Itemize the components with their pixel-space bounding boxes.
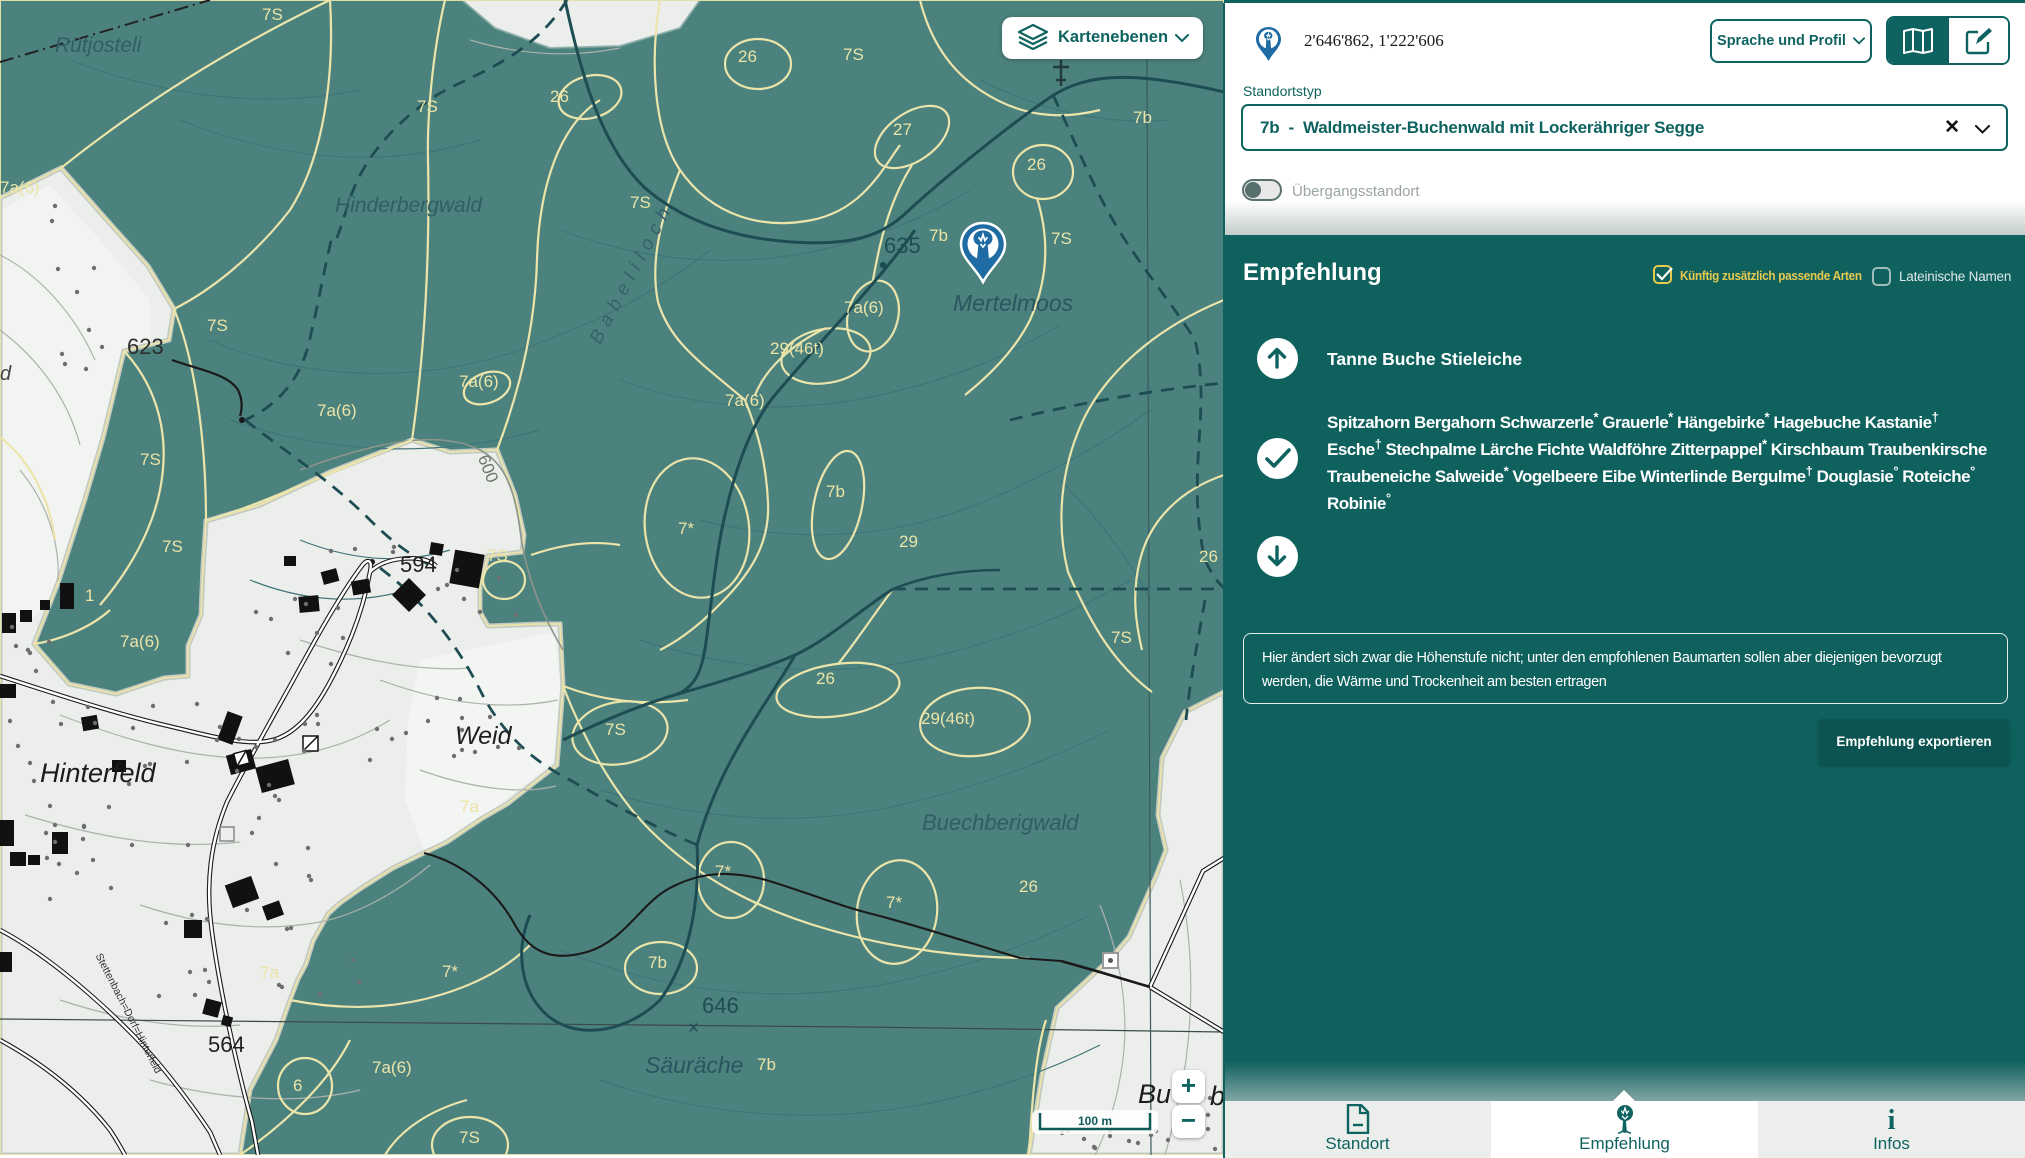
svg-text:7b: 7b (826, 482, 845, 501)
svg-text:7S: 7S (207, 316, 228, 335)
svg-text:Hinderbergwald: Hinderbergwald (335, 194, 483, 217)
svg-text:26: 26 (550, 87, 569, 106)
svg-text:7b: 7b (757, 1055, 776, 1074)
svg-text:7S: 7S (1111, 628, 1132, 647)
svg-text:26: 26 (1199, 547, 1218, 566)
svg-text:7S: 7S (843, 45, 864, 64)
svg-text:Weid: Weid (455, 722, 513, 750)
svg-text:7a(6): 7a(6) (0, 178, 40, 197)
svg-text:×: × (688, 1018, 699, 1039)
svg-text:7b: 7b (929, 226, 948, 245)
svg-text:7a(6): 7a(6) (372, 1058, 412, 1077)
svg-text:Bu: Bu (1138, 1079, 1171, 1109)
svg-text:6: 6 (293, 1076, 302, 1095)
svg-text:7S: 7S (1051, 229, 1072, 248)
svg-text:7a(6): 7a(6) (120, 632, 160, 651)
svg-text:26: 26 (1019, 877, 1038, 896)
svg-text:7S: 7S (417, 97, 438, 116)
svg-text:594: 594 (400, 552, 437, 577)
svg-text:635: 635 (884, 233, 921, 258)
svg-text:Säuräche: Säuräche (645, 1052, 743, 1078)
svg-text:Mertelmoos: Mertelmoos (953, 290, 1074, 316)
svg-text:7a: 7a (260, 963, 279, 982)
svg-text:7b: 7b (1133, 108, 1152, 127)
svg-text:7a(6): 7a(6) (317, 401, 357, 420)
svg-text:7*: 7* (442, 962, 458, 981)
svg-text:7S: 7S (459, 1128, 480, 1147)
svg-text:27: 27 (893, 120, 912, 139)
svg-text:623: 623 (127, 334, 164, 359)
svg-text:7S: 7S (487, 546, 508, 565)
svg-text:7*: 7* (886, 893, 902, 912)
svg-text:b: b (1210, 1081, 1224, 1111)
svg-text:1: 1 (85, 586, 94, 605)
svg-text:7*: 7* (678, 519, 694, 538)
svg-text:7a(6): 7a(6) (459, 372, 499, 391)
svg-text:26: 26 (738, 47, 757, 66)
svg-text:7a(6): 7a(6) (725, 391, 765, 410)
svg-text:7S: 7S (162, 537, 183, 556)
svg-text:7*: 7* (715, 862, 731, 881)
svg-text:29(46t): 29(46t) (921, 709, 975, 728)
svg-text:7S: 7S (262, 5, 283, 24)
svg-text:7S: 7S (140, 450, 161, 469)
svg-text:Rütjosteli: Rütjosteli (55, 34, 143, 57)
svg-text:26: 26 (816, 669, 835, 688)
svg-text:d: d (0, 363, 12, 385)
svg-text:646: 646 (702, 993, 739, 1018)
svg-text:7a(6): 7a(6) (844, 298, 884, 317)
svg-text:7b: 7b (648, 953, 667, 972)
svg-text:Buechberigwald: Buechberigwald (922, 810, 1079, 835)
svg-text:7a: 7a (460, 797, 479, 816)
svg-text:7S: 7S (630, 193, 651, 212)
svg-text:Hinterfeld: Hinterfeld (40, 758, 157, 788)
svg-text:26: 26 (1027, 155, 1046, 174)
svg-text:7S: 7S (605, 720, 626, 739)
svg-text:29(46t): 29(46t) (770, 339, 824, 358)
svg-text:564: 564 (208, 1032, 245, 1057)
svg-text:29: 29 (899, 532, 918, 551)
